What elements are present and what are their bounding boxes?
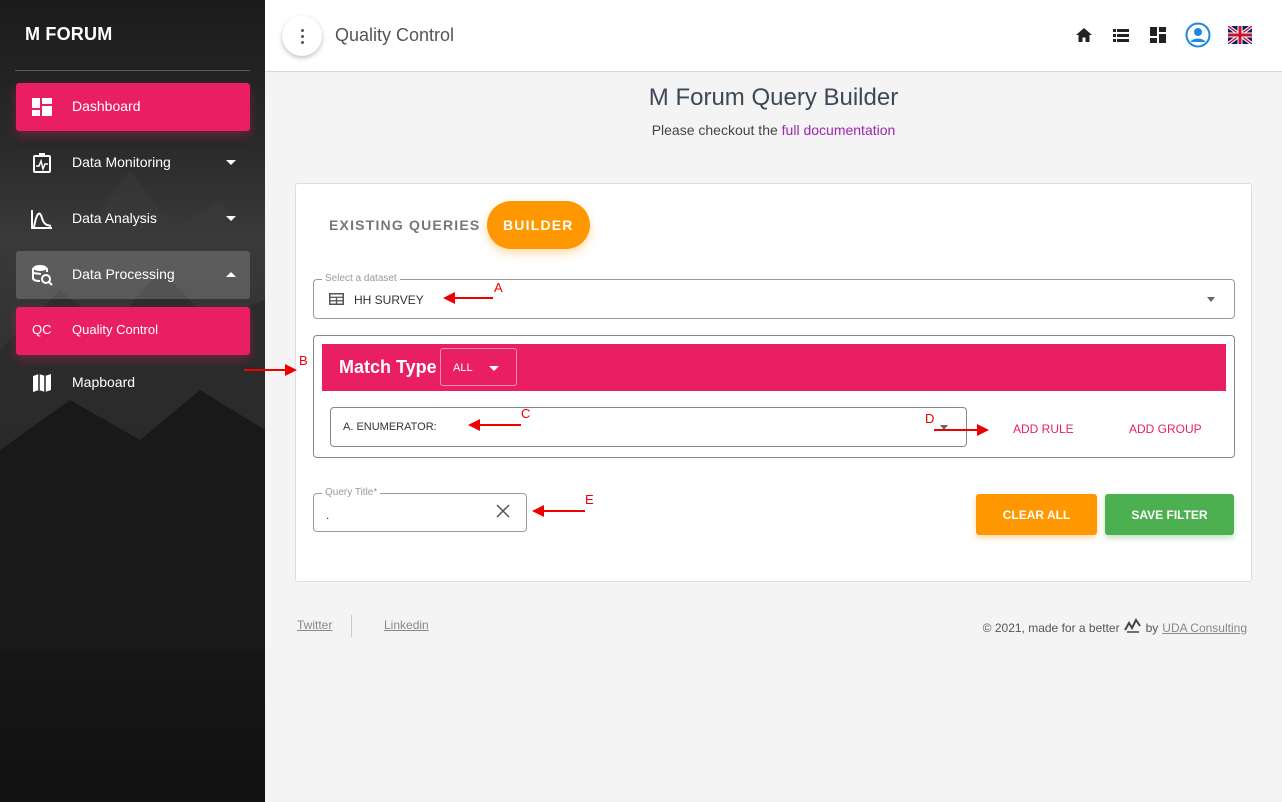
linkedin-link[interactable]: Linkedin	[384, 618, 429, 632]
analysis-chart-icon	[31, 208, 53, 230]
world-logo-icon	[1123, 618, 1142, 637]
sidebar-item-quality-control[interactable]: QC Quality Control	[16, 307, 250, 355]
match-type-label: Match Type	[339, 357, 437, 377]
twitter-link[interactable]: Twitter	[297, 618, 332, 632]
copyright-by: by	[1145, 620, 1159, 635]
subtitle-text: Please checkout the	[651, 122, 782, 138]
footer-divider	[351, 615, 352, 637]
annotation-arrow-a	[443, 292, 493, 304]
dashboard-icon[interactable]	[1148, 25, 1168, 45]
sidebar-item-label: Quality Control	[72, 322, 158, 337]
sidebar-item-mini: QC	[32, 322, 52, 337]
main-title: M Forum Query Builder	[648, 84, 899, 111]
sidebar-item-label: Data Analysis	[72, 210, 157, 226]
close-icon[interactable]	[496, 504, 510, 523]
sidebar-item-label: Dashboard	[72, 98, 141, 114]
sidebar-item-label: Data Monitoring	[72, 154, 171, 170]
page-title: Quality Control	[335, 25, 455, 45]
tab-existing-queries[interactable]: EXISTING QUERIES	[313, 201, 496, 249]
sidebar-item-mapboard[interactable]: Mapboard	[16, 359, 250, 407]
table-icon	[329, 292, 344, 310]
chevron-up-icon	[226, 272, 236, 277]
sidebar-item-label: Mapboard	[72, 374, 136, 390]
annotation-label-e: E	[585, 492, 594, 507]
add-rule-button[interactable]: ADD RULE	[1013, 422, 1074, 436]
topbar-actions	[1074, 22, 1252, 48]
query-title-value: .	[326, 508, 330, 522]
add-group-button[interactable]: ADD GROUP	[1129, 422, 1202, 436]
rule-field-value: A. ENUMERATOR:	[343, 421, 437, 433]
chevron-down-icon	[226, 216, 236, 221]
sidebar: M FORUM Dashboard Data Monitoring Data A…	[0, 0, 265, 802]
database-search-icon	[31, 264, 53, 286]
documentation-link[interactable]: full documentation	[782, 122, 896, 138]
sidebar-item-data-processing[interactable]: Data Processing	[16, 251, 250, 299]
query-title-label: Query Title*	[322, 487, 381, 498]
annotation-label-c: C	[521, 406, 531, 421]
annotation-arrow-d	[934, 424, 989, 436]
save-filter-button[interactable]: SAVE FILTER	[1105, 494, 1234, 535]
sidebar-item-data-analysis[interactable]: Data Analysis	[16, 195, 250, 243]
annotation-label-a: A	[494, 280, 503, 295]
annotation-arrow-e	[532, 505, 585, 517]
monitoring-icon	[31, 152, 53, 174]
company-link[interactable]: UDA Consulting	[1162, 621, 1247, 635]
brand-divider	[15, 70, 250, 71]
sidebar-item-dashboard[interactable]: Dashboard	[16, 83, 250, 131]
match-type-select[interactable]: ALL	[440, 348, 517, 386]
topbar: Quality Control	[265, 0, 1282, 72]
annotation-label-b: B	[299, 353, 308, 368]
brand-title[interactable]: M FORUM	[25, 24, 112, 45]
main-subtitle: Please checkout the full documentation	[265, 122, 1282, 138]
list-icon[interactable]	[1111, 25, 1131, 45]
map-icon	[31, 372, 53, 394]
chevron-down-icon	[1207, 297, 1215, 302]
home-icon[interactable]	[1074, 25, 1094, 45]
copyright-text: © 2021, made for a better	[982, 620, 1120, 635]
uk-flag-icon[interactable]	[1228, 25, 1252, 45]
tab-builder[interactable]: BUILDER	[487, 201, 590, 249]
chevron-down-icon	[489, 366, 499, 371]
more-vertical-icon	[300, 28, 304, 44]
dataset-select-value: HH SURVEY	[354, 293, 424, 307]
footer-copyright: © 2021, made for a better by UDA Consult…	[983, 618, 1247, 637]
dashboard-icon	[31, 96, 53, 118]
annotation-arrow-c	[468, 419, 521, 431]
query-builder-card: EXISTING QUERIES BUILDER Select a datase…	[295, 183, 1252, 582]
rule-field-select[interactable]: A. ENUMERATOR:	[330, 407, 967, 447]
rule-group: Match Type ALL A. ENUMERATOR: ADD RULE A…	[313, 335, 1235, 458]
clear-all-button[interactable]: CLEAR ALL	[976, 494, 1097, 535]
match-type-bar: Match Type ALL	[322, 344, 1226, 391]
query-title-field[interactable]: Query Title* .	[313, 487, 527, 532]
match-type-value: ALL	[453, 362, 473, 374]
account-icon[interactable]	[1185, 22, 1211, 48]
sidebar-item-label: Data Processing	[72, 266, 175, 282]
sidebar-item-data-monitoring[interactable]: Data Monitoring	[16, 139, 250, 187]
dataset-select-label: Select a dataset	[322, 273, 400, 284]
annotation-label-d: D	[925, 411, 935, 426]
more-menu-button[interactable]	[282, 16, 322, 56]
annotation-arrow-b	[244, 364, 297, 376]
chevron-down-icon	[226, 160, 236, 165]
